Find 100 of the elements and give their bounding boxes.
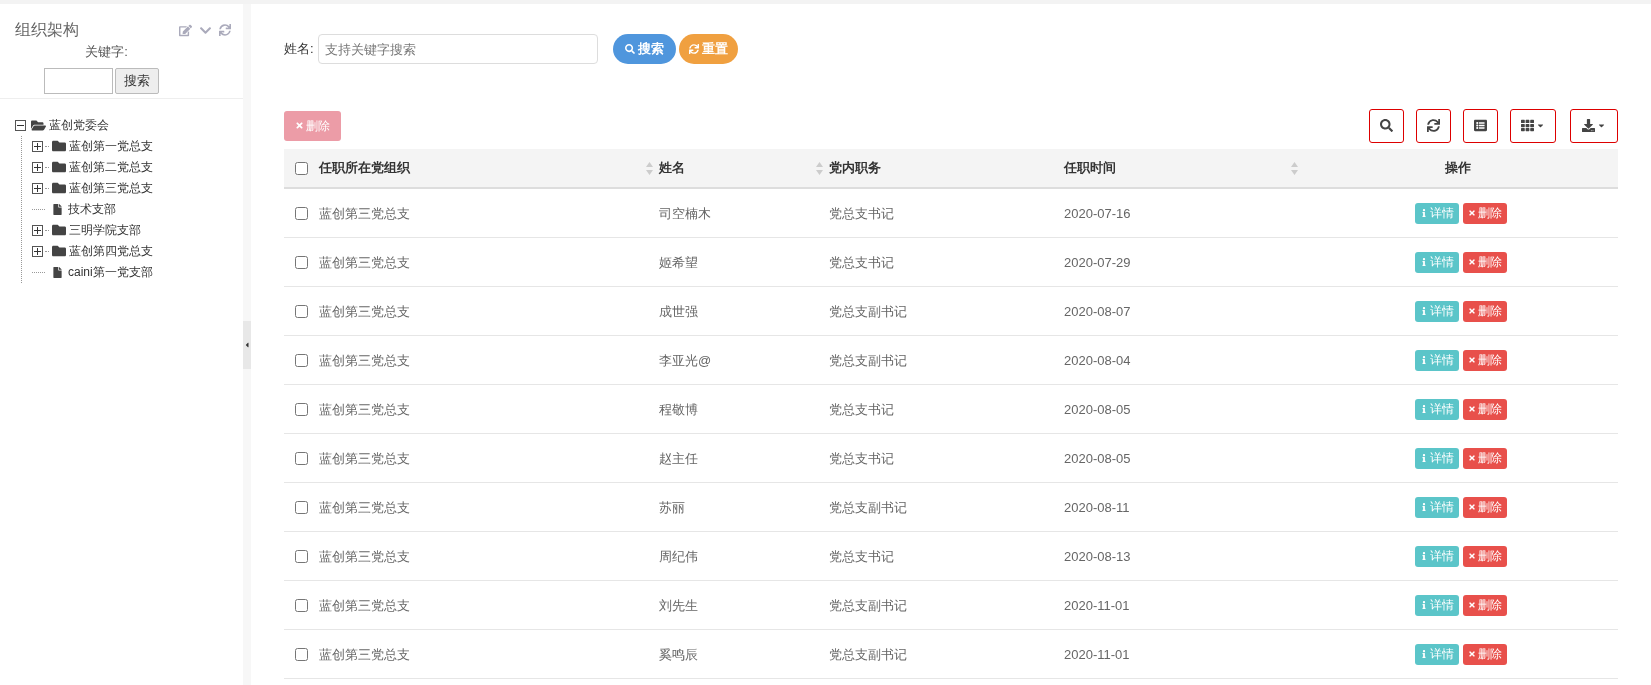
- name-search-field[interactable]: 支持关键字搜索: [317, 34, 598, 64]
- expand-toggle[interactable]: [32, 161, 43, 173]
- table-cell: 党总支书记: [829, 402, 894, 417]
- delete-button[interactable]: 删除: [1463, 398, 1507, 420]
- table-cell: 蓝创第三党总支: [319, 353, 410, 368]
- expand-toggle[interactable]: [32, 140, 43, 152]
- delete-button[interactable]: 删除: [1463, 349, 1507, 371]
- search-button[interactable]: 搜索: [612, 34, 676, 64]
- caret-down-icon: [1597, 121, 1606, 130]
- folder-icon: [52, 160, 66, 174]
- delete-button[interactable]: 删除: [1463, 447, 1507, 469]
- expand-toggle[interactable]: [32, 182, 43, 194]
- table-cell: 党总支书记: [829, 451, 894, 466]
- table-cell: 党总支副书记: [829, 647, 907, 662]
- info-icon: [1420, 356, 1428, 364]
- keyword-label: 关键字:: [85, 43, 128, 61]
- table-cell: 党总支副书记: [829, 500, 907, 515]
- tree-item[interactable]: 蓝创第一党总支: [69, 137, 153, 155]
- table-cell: 党总支副书记: [829, 598, 907, 613]
- reset-button[interactable]: 重置: [678, 34, 738, 64]
- refresh-button[interactable]: [1416, 108, 1451, 143]
- table-cell: 2020-08-11: [1064, 500, 1130, 515]
- table-cell: 赵主任: [659, 451, 698, 466]
- expand-toggle[interactable]: [32, 224, 43, 236]
- tree-item[interactable]: 蓝创第三党总支: [69, 179, 153, 197]
- table-cell: 蓝创第三党总支: [319, 255, 410, 270]
- row-checkbox[interactable]: [295, 598, 308, 612]
- tree-item[interactable]: 技术支部: [68, 200, 116, 218]
- export-button[interactable]: [1570, 108, 1618, 143]
- keyword-input[interactable]: [44, 67, 113, 94]
- table-cell: 成世强: [659, 304, 698, 319]
- close-icon: [1468, 650, 1476, 658]
- column-header[interactable]: 姓名: [659, 158, 829, 178]
- column-header[interactable]: 任职所在党组织: [319, 158, 659, 178]
- search-icon: [1380, 119, 1393, 132]
- close-icon: [295, 121, 304, 130]
- tree-item[interactable]: 蓝创第二党总支: [69, 158, 153, 176]
- close-icon: [1468, 258, 1476, 266]
- table-cell: 党总支副书记: [829, 353, 907, 368]
- details-button[interactable]: 详情: [1415, 202, 1459, 224]
- tree-item[interactable]: 蓝创党委会: [49, 116, 109, 134]
- columns-button[interactable]: [1510, 108, 1556, 143]
- column-header[interactable]: 操作: [1304, 158, 1618, 178]
- details-button[interactable]: 详情: [1415, 447, 1459, 469]
- details-button[interactable]: 详情: [1415, 496, 1459, 518]
- list-button[interactable]: [1463, 108, 1498, 143]
- caret-left-icon: [243, 340, 251, 349]
- row-checkbox[interactable]: [295, 353, 308, 367]
- table-cell: 苏丽: [659, 500, 685, 515]
- delete-button[interactable]: 删除: [1463, 202, 1507, 224]
- details-button[interactable]: 详情: [1415, 398, 1459, 420]
- search-button[interactable]: [1369, 108, 1404, 143]
- info-icon: [1420, 552, 1428, 560]
- select-all-checkbox[interactable]: [295, 161, 308, 175]
- refresh-icon[interactable]: [219, 23, 231, 36]
- list-icon: [1474, 119, 1487, 132]
- row-checkbox[interactable]: [295, 304, 308, 318]
- details-button[interactable]: 详情: [1415, 300, 1459, 322]
- delete-button[interactable]: 删除: [1463, 545, 1507, 567]
- tree-item[interactable]: caini第一党支部: [68, 263, 153, 281]
- info-icon: [1420, 307, 1428, 315]
- delete-button[interactable]: 删除: [1463, 251, 1507, 273]
- row-checkbox[interactable]: [295, 549, 308, 563]
- details-button[interactable]: 详情: [1415, 349, 1459, 371]
- delete-button[interactable]: 删除: [1463, 594, 1507, 616]
- edit-icon[interactable]: [179, 23, 192, 37]
- info-icon: [1420, 650, 1428, 658]
- expand-toggle[interactable]: [32, 245, 43, 257]
- collapse-toggle[interactable]: [15, 119, 26, 131]
- table-cell: 蓝创第三党总支: [319, 451, 410, 466]
- close-icon: [1468, 356, 1476, 364]
- details-button[interactable]: 详情: [1415, 643, 1459, 665]
- delete-button[interactable]: 删除: [1463, 496, 1507, 518]
- tree-item[interactable]: 三明学院支部: [69, 221, 141, 239]
- table-cell: 蓝创第三党总支: [319, 647, 410, 662]
- details-button[interactable]: 详情: [1415, 251, 1459, 273]
- delete-button[interactable]: 删除: [1463, 300, 1507, 322]
- close-icon: [1468, 405, 1476, 413]
- info-icon: [1420, 258, 1428, 266]
- table-cell: 蓝创第三党总支: [319, 598, 410, 613]
- table-cell: 蓝创第三党总支: [319, 304, 410, 319]
- row-checkbox[interactable]: [295, 255, 308, 269]
- details-button[interactable]: 详情: [1415, 545, 1459, 567]
- delete-button[interactable]: 删除: [1463, 643, 1507, 665]
- details-button[interactable]: 详情: [1415, 594, 1459, 616]
- row-checkbox[interactable]: [295, 206, 308, 220]
- column-header[interactable]: 任职时间: [1064, 158, 1304, 178]
- table-cell: 李亚光@: [659, 353, 712, 368]
- row-checkbox[interactable]: [295, 647, 308, 661]
- collapse-handle[interactable]: [243, 320, 251, 369]
- row-checkbox[interactable]: [295, 402, 308, 416]
- tree-item[interactable]: 蓝创第四党总支: [69, 242, 153, 260]
- row-checkbox[interactable]: [295, 500, 308, 514]
- column-header[interactable]: 党内职务: [829, 158, 1064, 178]
- row-checkbox[interactable]: [295, 451, 308, 465]
- table-cell: 2020-07-16: [1064, 206, 1131, 221]
- table-cell: 奚鸣辰: [659, 647, 698, 662]
- search-button[interactable]: 搜索: [115, 67, 159, 94]
- table-cell: 程敬博: [659, 402, 698, 417]
- file-icon: [52, 266, 63, 278]
